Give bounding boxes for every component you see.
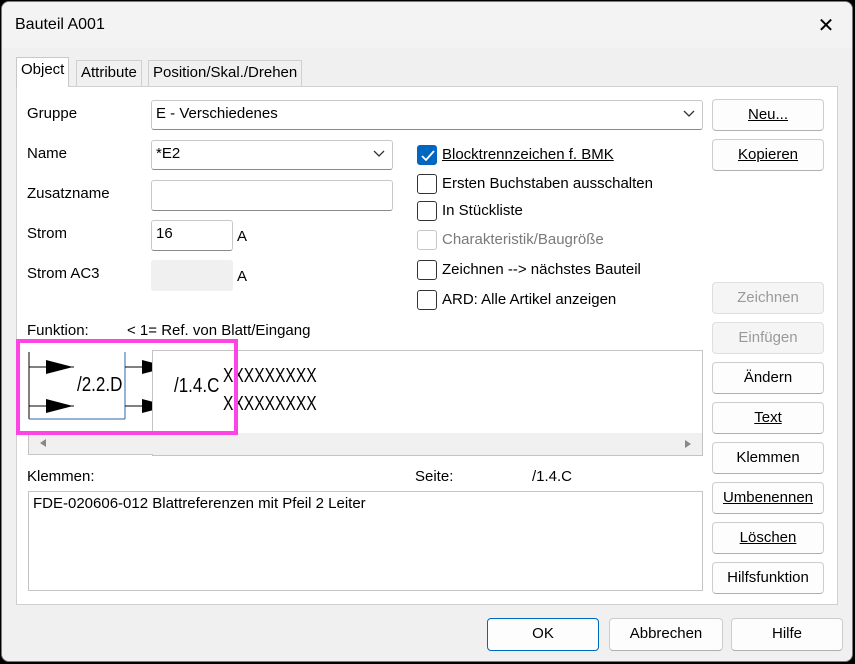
strom-input[interactable]: 16: [151, 220, 233, 251]
chevron-down-icon: [373, 150, 385, 157]
funktion-value: < 1= Ref. von Blatt/Eingang: [127, 322, 311, 339]
zusatzname-input[interactable]: [151, 180, 393, 211]
checkbox-unchecked-icon: [417, 230, 437, 250]
strom-ac3-input[interactable]: [151, 260, 233, 291]
name-label: Name: [27, 145, 68, 162]
name-value: *E2: [156, 145, 181, 162]
checkbox-unchecked-icon: [417, 174, 437, 194]
chevron-down-icon: [683, 110, 695, 117]
gruppe-label: Gruppe: [27, 105, 78, 122]
text-button[interactable]: Text: [712, 402, 824, 434]
checkbox-checked-icon: [417, 145, 437, 165]
kopieren-button[interactable]: Kopieren: [712, 139, 824, 171]
abbrechen-button[interactable]: Abbrechen: [609, 618, 723, 651]
zusatzname-label: Zusatzname: [27, 185, 110, 202]
checkbox-label: ARD: Alle Artikel anzeigen: [442, 291, 617, 308]
loeschen-button[interactable]: Löschen: [712, 522, 824, 554]
klemmen-button[interactable]: Klemmen: [712, 442, 824, 474]
hilfsfunktion-button[interactable]: Hilfsfunktion: [712, 562, 824, 594]
einfuegen-button[interactable]: Einfügen: [712, 322, 824, 354]
checkbox-label: In Stückliste: [442, 202, 523, 219]
name-dropdown[interactable]: *E2: [151, 140, 393, 170]
hilfe-button[interactable]: Hilfe: [731, 618, 843, 651]
checkbox-label: Charakteristik/Baugröße: [442, 231, 604, 248]
checkbox-label: Zeichnen --> nächstes Bauteil: [442, 261, 641, 278]
seite-value: /1.4.C: [532, 468, 573, 485]
checkbox-unchecked-icon: [417, 290, 437, 310]
highlight-annotation: [16, 339, 238, 435]
ok-button[interactable]: OK: [487, 618, 599, 651]
checkbox-unchecked-icon: [417, 260, 437, 280]
scrollbar-track-left: [28, 433, 153, 455]
neu-button[interactable]: Neu...: [712, 99, 824, 131]
scroll-left-icon[interactable]: [38, 438, 48, 448]
gruppe-value: E - Verschiedenes: [156, 105, 278, 122]
horizontal-scrollbar[interactable]: [153, 433, 702, 455]
strom-unit: A: [237, 228, 248, 245]
checkbox-label: Blocktrennzeichen f. BMK: [442, 146, 614, 163]
strom-ac3-unit: A: [237, 268, 248, 285]
aendern-button[interactable]: Ändern: [712, 362, 824, 394]
checkbox-label: Ersten Buchstaben ausschalten: [442, 175, 653, 192]
strom-label: Strom: [27, 225, 68, 242]
umbenennen-button[interactable]: Umbenennen: [712, 482, 824, 514]
list-item[interactable]: FDE-020606-012 Blattreferenzen mit Pfeil…: [33, 495, 698, 512]
klemmen-list[interactable]: FDE-020606-012 Blattreferenzen mit Pfeil…: [28, 491, 703, 591]
gruppe-dropdown[interactable]: E - Verschiedenes: [151, 100, 703, 130]
klemmen-label: Klemmen:: [27, 468, 95, 485]
checkbox-unchecked-icon: [417, 201, 437, 221]
strom-ac3-label: Strom AC3: [27, 265, 100, 282]
scroll-right-icon[interactable]: [683, 439, 693, 449]
dialog-window: Bauteil A001 ✕ Object Attribute Position…: [1, 1, 853, 662]
zeichnen-button[interactable]: Zeichnen: [712, 282, 824, 314]
seite-label: Seite:: [415, 468, 454, 485]
funktion-label: Funktion:: [27, 322, 89, 339]
